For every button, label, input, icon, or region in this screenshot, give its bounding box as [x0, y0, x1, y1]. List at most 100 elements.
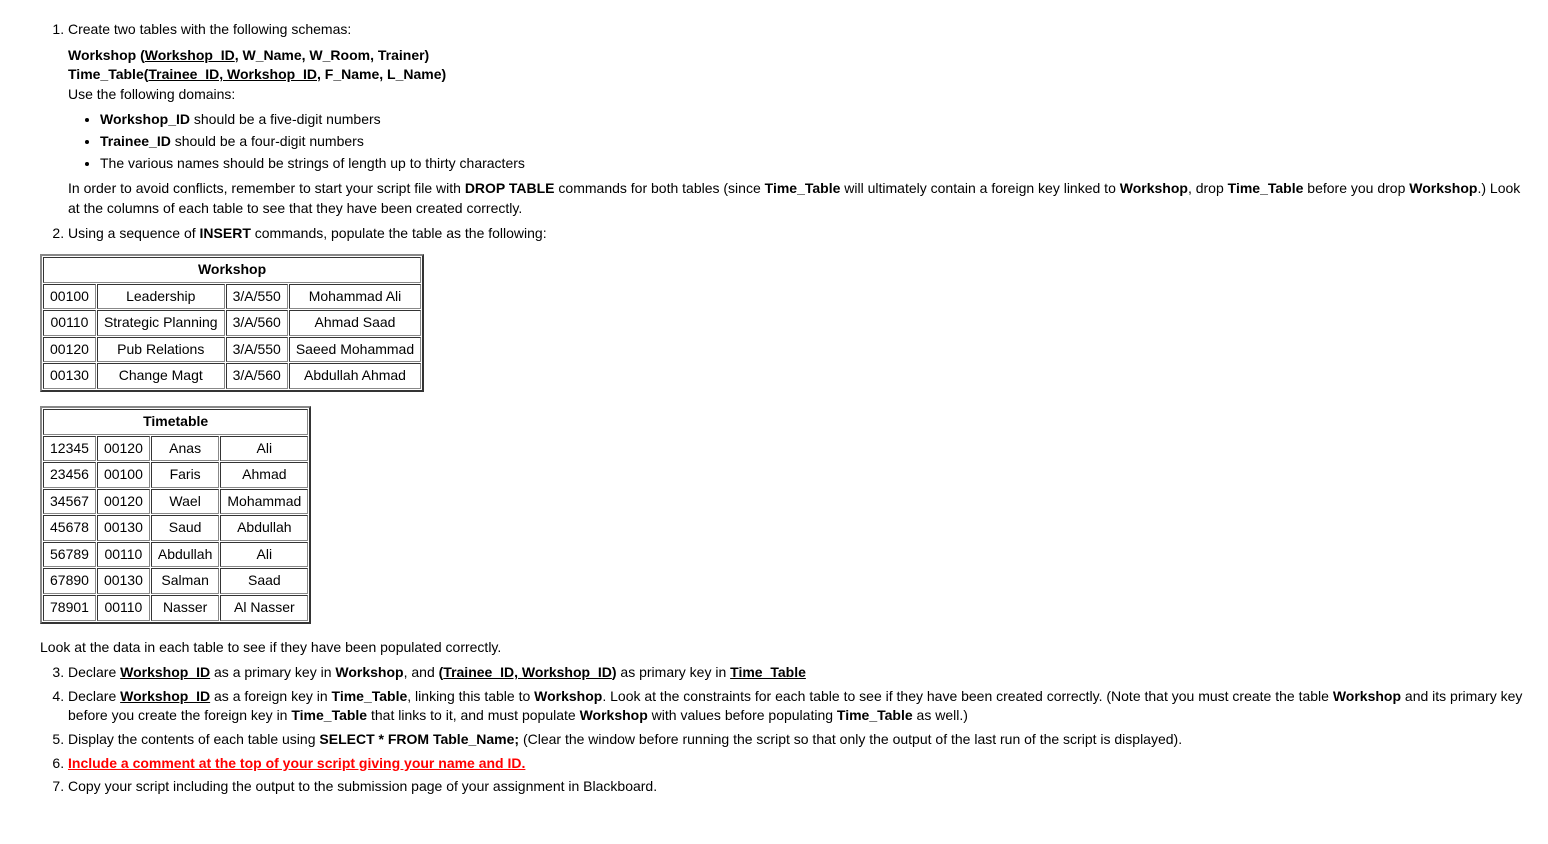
cell: 00130 — [97, 568, 150, 594]
workshop-title: Workshop — [43, 257, 421, 283]
q4a: Declare — [68, 688, 120, 704]
q4b: Workshop_ID — [120, 688, 210, 704]
cell: Abdullah — [151, 542, 220, 568]
cell: Abdullah Ahmad — [289, 363, 421, 389]
cell: 00110 — [97, 595, 150, 621]
timetable-title: Timetable — [43, 409, 308, 435]
q4d: Time_Table — [332, 688, 408, 704]
bullet-1a: Workshop_ID — [100, 111, 190, 127]
workshop-table: Workshop 00100Leadership3/A/550Mohammad … — [40, 254, 424, 392]
schema2-pref: Time_Table( — [68, 66, 148, 82]
schema-block: Workshop (Workshop_ID, W_Name, W_Room, T… — [68, 46, 1528, 105]
table-row: 7890100110NasserAl Nasser — [43, 595, 308, 621]
after-tables-note: Look at the data in each table to see if… — [40, 638, 1528, 658]
q4c: as a foreign key in — [210, 688, 331, 704]
cell: 00110 — [43, 310, 96, 336]
bullet-1b: should be a five-digit numbers — [190, 111, 381, 127]
schema2-key: Trainee_ID, Workshop_ID — [148, 66, 317, 82]
q1-item: Create two tables with the following sch… — [68, 20, 1528, 40]
table-row: 00130Change Magt3/A/560Abdullah Ahmad — [43, 363, 421, 389]
cell: Wael — [151, 489, 220, 515]
bullet-2b: should be a four-digit numbers — [171, 133, 364, 149]
q3a: Declare — [68, 664, 120, 680]
table-row: 6789000130SalmanSaad — [43, 568, 308, 594]
cell: Leadership — [97, 284, 225, 310]
cell: 00120 — [43, 337, 96, 363]
cd: Time_Table — [765, 180, 841, 196]
q3b: Workshop_ID — [120, 664, 210, 680]
q2a: Using a sequence of — [68, 225, 200, 241]
cell: 00120 — [97, 489, 150, 515]
q3c: as a primary key in — [210, 664, 335, 680]
cell: 67890 — [43, 568, 96, 594]
table-row: 2345600100FarisAhmad — [43, 462, 308, 488]
cell: 00130 — [97, 515, 150, 541]
q2b: INSERT — [200, 225, 251, 241]
cell: 56789 — [43, 542, 96, 568]
cell: Saud — [151, 515, 220, 541]
q7-item: Copy your script including the output to… — [68, 777, 1528, 797]
cell: 3/A/550 — [226, 284, 288, 310]
q4k: that links to it, and must populate — [367, 707, 579, 723]
schema1-key: Workshop_ID — [145, 47, 235, 63]
q5c: (Clear the window before running the scr… — [519, 731, 1182, 747]
cell: Mohammad — [220, 489, 308, 515]
q6-item: Include a comment at the top of your scr… — [68, 754, 1528, 774]
cj: Workshop — [1409, 180, 1477, 196]
cell: Anas — [151, 436, 220, 462]
cf: Workshop — [1120, 180, 1188, 196]
q4f: Workshop — [534, 688, 602, 704]
cell: 00110 — [97, 542, 150, 568]
cell: Salman — [151, 568, 220, 594]
schema1-rest: , W_Name, W_Room, Trainer) — [235, 47, 429, 63]
cb: DROP TABLE — [465, 180, 555, 196]
bullet-1: Workshop_ID should be a five-digit numbe… — [100, 110, 1528, 130]
cell: Saad — [220, 568, 308, 594]
cell: 45678 — [43, 515, 96, 541]
cg: , drop — [1188, 180, 1228, 196]
q3i: as primary key in — [617, 664, 731, 680]
cell: Ali — [220, 436, 308, 462]
schema2-rest: , F_Name, L_Name) — [317, 66, 446, 82]
cell: Faris — [151, 462, 220, 488]
cell: 00120 — [97, 436, 150, 462]
q3d: Workshop — [335, 664, 403, 680]
cell: Mohammad Ali — [289, 284, 421, 310]
q4o: as well.) — [913, 707, 968, 723]
q4h: Workshop — [1333, 688, 1401, 704]
cell: Ali — [220, 542, 308, 568]
ch: Time_Table — [1228, 180, 1304, 196]
q4e: , linking this table to — [407, 688, 534, 704]
q3e: , and — [404, 664, 439, 680]
cell: Al Nasser — [220, 595, 308, 621]
cell: Nasser — [151, 595, 220, 621]
q6-text: Include a comment at the top of your scr… — [68, 755, 525, 771]
q3g: Trainee_ID, Workshop_ID — [443, 664, 612, 680]
table-row: 4567800130SaudAbdullah — [43, 515, 308, 541]
ca: In order to avoid conflicts, remember to… — [68, 180, 465, 196]
cell: 3/A/550 — [226, 337, 288, 363]
table-row: 3456700120WaelMohammad — [43, 489, 308, 515]
cell: 34567 — [43, 489, 96, 515]
q4j: Time_Table — [291, 707, 367, 723]
q3-item: Declare Workshop_ID as a primary key in … — [68, 663, 1528, 683]
q2-item: Using a sequence of INSERT commands, pop… — [68, 224, 1528, 244]
table-row: 5678900110AbdullahAli — [43, 542, 308, 568]
timetable-table: Timetable 1234500120AnasAli 2345600100Fa… — [40, 406, 311, 624]
ci: before you drop — [1303, 180, 1409, 196]
q1-intro: Create two tables with the following sch… — [68, 21, 351, 37]
cell: Ahmad — [220, 462, 308, 488]
q4n: Time_Table — [837, 707, 913, 723]
cell: 00100 — [97, 462, 150, 488]
q4m: with values before populating — [648, 707, 837, 723]
cell: Saeed Mohammad — [289, 337, 421, 363]
table-row: 00110Strategic Planning3/A/560Ahmad Saad — [43, 310, 421, 336]
cell: 3/A/560 — [226, 310, 288, 336]
bullet-2: Trainee_ID should be a four-digit number… — [100, 132, 1528, 152]
bullet-2a: Trainee_ID — [100, 133, 171, 149]
cell: Pub Relations — [97, 337, 225, 363]
table-row: 00100Leadership3/A/550Mohammad Ali — [43, 284, 421, 310]
bullet-3: The various names should be strings of l… — [100, 154, 1528, 174]
q4g: . Look at the constraints for each table… — [602, 688, 1332, 704]
cc: commands for both tables (since — [555, 180, 765, 196]
